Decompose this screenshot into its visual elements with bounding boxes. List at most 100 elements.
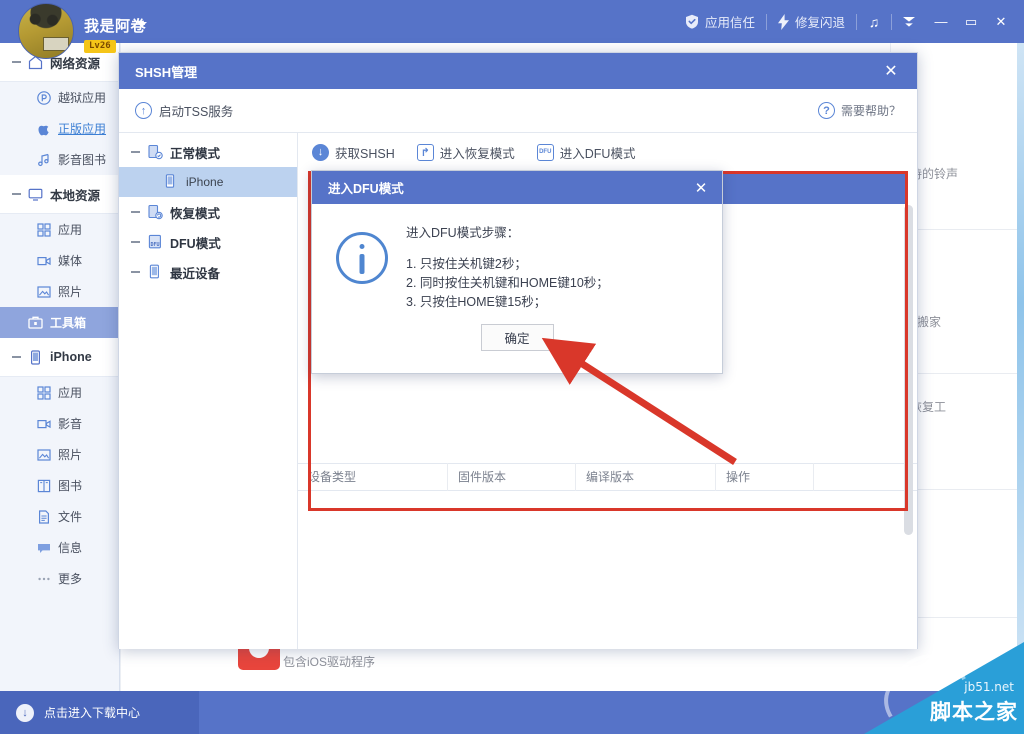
avatar[interactable]	[18, 3, 74, 59]
sidebar-item-local-media[interactable]: 媒体	[0, 245, 119, 276]
right-edge-accent	[1017, 43, 1024, 691]
collapse-arrow-icon[interactable]	[892, 0, 926, 43]
scrollbar-thumb[interactable]	[904, 205, 913, 535]
device-mode-tree: 正常模式 iPhone 恢复模式	[119, 133, 298, 649]
enter-dfu-label: 进入DFU模式	[560, 143, 636, 162]
sidebar-group-iphone[interactable]: iPhone	[0, 338, 119, 377]
tree-leaf-label: iPhone	[186, 175, 223, 189]
close-button[interactable]: ✕	[986, 0, 1016, 43]
close-glyph: ✕	[996, 14, 1007, 30]
tree-leaf-iphone[interactable]: iPhone	[119, 167, 297, 197]
tree-node-recovery-mode[interactable]: 恢复模式	[119, 197, 297, 227]
dfu-dialog-body: 进入DFU模式步骤： 1. 只按住关机键2秒； 2. 同时按住关机键和HOME键…	[312, 204, 722, 312]
dfu-dialog-close-button[interactable]: ✕	[688, 175, 714, 201]
dfu-dialog-titlebar: 进入DFU模式 ✕	[312, 171, 722, 204]
collapse-minus-icon[interactable]	[12, 356, 21, 358]
sidebar-item-toolbox[interactable]: 工具箱	[0, 307, 119, 338]
get-shsh-label: 获取SHSH	[335, 143, 395, 162]
sidebar-item-label: 影音图书	[58, 151, 106, 168]
photo-icon	[36, 447, 51, 462]
sidebar-item-iphone-apps[interactable]: 应用	[0, 377, 119, 408]
sidebar-item-label: 照片	[58, 446, 82, 463]
app-trust-label: 应用信任	[705, 12, 755, 31]
shsh-window-titlebar: SHSH管理 ✕	[119, 53, 917, 89]
music-icon[interactable]: ♫	[857, 0, 891, 43]
sidebar-item-iphone-photos[interactable]: 照片	[0, 439, 119, 470]
sidebar-item-iphone-books[interactable]: 图书	[0, 470, 119, 501]
fix-crash-label: 修复闪退	[795, 12, 845, 31]
info-icon	[336, 232, 388, 284]
shsh-close-button[interactable]: ✕	[877, 57, 905, 85]
download-center-button[interactable]: ↓ 点击进入下载中心	[0, 691, 199, 734]
tree-node-dfu-mode[interactable]: DFU DFU模式	[119, 227, 297, 257]
monitor-icon	[28, 187, 43, 202]
tree-node-normal-mode[interactable]: 正常模式	[119, 137, 297, 167]
tree-node-label: DFU模式	[170, 233, 221, 252]
dfu-dialog-step: 1. 只按住关机键2秒；	[406, 255, 609, 274]
grid-icon	[36, 385, 51, 400]
need-help-label: 需要帮助？	[841, 102, 901, 119]
collapse-minus-icon[interactable]	[131, 151, 140, 153]
sidebar-item-local-apps[interactable]: 应用	[0, 214, 119, 245]
music-glyph: ♫	[869, 14, 880, 30]
dfu-icon: DFU	[537, 144, 554, 161]
toolbox-icon	[28, 315, 43, 330]
collapse-minus-icon[interactable]	[12, 61, 21, 63]
recovery-icon: ↱	[417, 144, 434, 161]
collapse-minus-icon[interactable]	[131, 271, 140, 273]
minimize-glyph: —	[935, 14, 948, 29]
apple-icon	[36, 121, 51, 136]
maximize-button[interactable]: ▭	[956, 0, 986, 43]
dfu-dialog-title: 进入DFU模式	[328, 178, 404, 197]
file-icon	[36, 509, 51, 524]
sidebar-item-iphone-more[interactable]: 更多	[0, 563, 119, 594]
watermark-name: 脚本之家	[930, 696, 1018, 726]
start-tss-service-button[interactable]: ↑ 启动TSS服务	[135, 101, 233, 120]
sidebar-item-media-books[interactable]: 影音图书	[0, 144, 119, 175]
sidebar-item-iphone-video[interactable]: 影音	[0, 408, 119, 439]
sidebar-item-label: 越狱应用	[58, 89, 106, 106]
app-trust-button[interactable]: 应用信任	[674, 0, 766, 43]
enter-recovery-mode-button[interactable]: ↱ 进入恢复模式	[417, 143, 515, 162]
photo-icon	[36, 284, 51, 299]
phone-icon	[28, 350, 43, 365]
watermark-url: jb51.net	[964, 680, 1014, 694]
dfu-dialog-actions: 确定	[312, 324, 722, 351]
sidebar-item-iphone-messages[interactable]: 信息	[0, 532, 119, 563]
minimize-button[interactable]: —	[926, 0, 956, 43]
tree-node-label: 正常模式	[170, 143, 220, 162]
level-badge: Lv26	[84, 40, 116, 53]
collapse-minus-icon[interactable]	[131, 211, 140, 213]
fix-crash-button[interactable]: 修复闪退	[767, 0, 856, 43]
sidebar-item-local-photos[interactable]: 照片	[0, 276, 119, 307]
sidebar-item-official-apps[interactable]: 正版应用	[0, 113, 119, 144]
dfu-mode-dialog: 进入DFU模式 ✕ 进入DFU模式步骤： 1. 只按住关机键2秒； 2. 同时按…	[311, 170, 723, 374]
sidebar-group-label: iPhone	[50, 350, 92, 364]
tree-node-label: 最近设备	[170, 263, 220, 282]
tree-node-recent-devices[interactable]: 最近设备	[119, 257, 297, 287]
collapse-minus-icon[interactable]	[131, 241, 140, 243]
device-action-toolbar: ↓ 获取SHSH ↱ 进入恢复模式 DFU 进入DFU模式	[298, 133, 917, 171]
message-icon	[36, 540, 51, 555]
sidebar-group-local[interactable]: 本地资源	[0, 175, 119, 214]
get-shsh-button[interactable]: ↓ 获取SHSH	[312, 143, 395, 162]
start-tss-service-label: 启动TSS服务	[159, 101, 233, 120]
book-icon	[36, 478, 51, 493]
sidebar-item-iphone-files[interactable]: 文件	[0, 501, 119, 532]
sidebar-item-label: 文件	[58, 508, 82, 525]
sidebar: 网络资源 越狱应用 正版应用 影音图书 本地资源	[0, 43, 120, 691]
collapse-minus-icon[interactable]	[12, 193, 21, 195]
column-header-build-version: 编译版本	[576, 463, 716, 491]
enter-dfu-mode-button[interactable]: DFU 进入DFU模式	[537, 143, 636, 162]
chevron-down-icon[interactable]	[137, 22, 147, 27]
question-circle-icon: ?	[818, 102, 835, 119]
shsh-scrollbar[interactable]	[904, 205, 913, 535]
need-help-button[interactable]: ? 需要帮助？	[818, 102, 901, 119]
sidebar-item-jailbreak-apps[interactable]: 越狱应用	[0, 82, 119, 113]
music-note-icon	[36, 152, 51, 167]
sidebar-item-label: 图书	[58, 477, 82, 494]
pp-icon	[36, 90, 51, 105]
dfu-dialog-lead: 进入DFU模式步骤：	[406, 222, 609, 241]
bg-text-fragment: 包含iOS驱动程序	[283, 653, 375, 670]
confirm-button[interactable]: 确定	[481, 324, 554, 351]
